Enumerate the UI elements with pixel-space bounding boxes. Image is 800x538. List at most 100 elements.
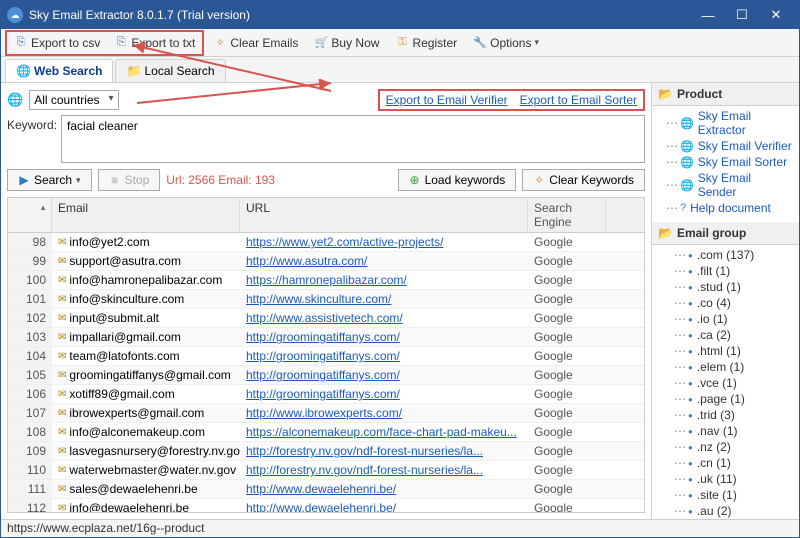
- group-item[interactable]: ⋯●.html (1): [652, 343, 799, 359]
- row-search-engine: Google: [528, 328, 606, 346]
- col-email[interactable]: Email: [52, 198, 240, 232]
- group-item[interactable]: ⋯●.vce (1): [652, 375, 799, 391]
- table-row[interactable]: 109✉lasvegasnursery@forestry.nv.govhttp:…: [8, 442, 644, 461]
- export-txt-button[interactable]: ⎘ Export to txt: [107, 32, 202, 54]
- broom-icon: ✧: [533, 174, 545, 186]
- clear-keywords-button[interactable]: ✧ Clear Keywords: [522, 169, 645, 191]
- grid-body[interactable]: 98✉info@yet2.comhttps://www.yet2.com/act…: [8, 233, 644, 512]
- table-row[interactable]: 98✉info@yet2.comhttps://www.yet2.com/act…: [8, 233, 644, 252]
- product-item[interactable]: ⋯🌐Sky Email Extractor: [652, 108, 799, 138]
- envelope-icon: ✉: [58, 275, 66, 286]
- envelope-icon: ✉: [58, 351, 66, 362]
- col-url[interactable]: URL: [240, 198, 528, 232]
- envelope-icon: ✉: [58, 408, 66, 419]
- maximize-button[interactable]: ☐: [725, 4, 759, 26]
- table-row[interactable]: 102✉input@submit.althttp://www.assistive…: [8, 309, 644, 328]
- group-label: .nz (2): [697, 440, 731, 454]
- row-email: ✉team@latofonts.com: [52, 347, 240, 365]
- row-url[interactable]: https://alconemakeup.com/face-chart-pad-…: [240, 423, 528, 441]
- envelope-icon: ✉: [58, 294, 66, 305]
- row-url[interactable]: http://www.ibrowexperts.com/: [240, 404, 528, 422]
- row-email: ✉groomingatiffanys@gmail.com: [52, 366, 240, 384]
- table-row[interactable]: 112✉info@dewaelehenri.behttp://www.dewae…: [8, 499, 644, 512]
- tab-web-search[interactable]: 🌐 Web Search: [5, 59, 113, 82]
- row-email: ✉info@dewaelehenri.be: [52, 499, 240, 512]
- product-item[interactable]: ⋯🌐Sky Email Sorter: [652, 154, 799, 170]
- table-row[interactable]: 99✉support@asutra.comhttp://www.asutra.c…: [8, 252, 644, 271]
- group-item[interactable]: ⋯●.nav (1): [652, 423, 799, 439]
- table-row[interactable]: 111✉sales@dewaelehenri.behttp://www.dewa…: [8, 480, 644, 499]
- row-url[interactable]: http://forestry.nv.gov/ndf-forest-nurser…: [240, 461, 528, 479]
- tab-local-search[interactable]: 📁 Local Search: [115, 59, 225, 82]
- table-row[interactable]: 104✉team@latofonts.comhttp://groomingati…: [8, 347, 644, 366]
- table-row[interactable]: 106✉xotiff89@gmail.comhttp://groomingati…: [8, 385, 644, 404]
- row-url[interactable]: http://groomingatiffanys.com/: [240, 366, 528, 384]
- group-item[interactable]: ⋯●.com (137): [652, 247, 799, 263]
- table-row[interactable]: 100✉info@hamronepalibazar.comhttps://ham…: [8, 271, 644, 290]
- row-url[interactable]: http://www.assistivetech.com/: [240, 309, 528, 327]
- group-item[interactable]: ⋯●.elem (1): [652, 359, 799, 375]
- row-url[interactable]: http://www.skinculture.com/: [240, 290, 528, 308]
- table-row[interactable]: 108✉info@alconemakeup.comhttps://alconem…: [8, 423, 644, 442]
- keyword-input[interactable]: [61, 115, 645, 163]
- wrench-icon: 🔧: [473, 36, 487, 50]
- row-url[interactable]: https://hamronepalibazar.com/: [240, 271, 528, 289]
- load-kw-label: Load keywords: [425, 173, 506, 187]
- col-index[interactable]: ▲: [8, 198, 52, 232]
- search-button[interactable]: ▶ Search ▾: [7, 169, 92, 191]
- table-row[interactable]: 101✉info@skinculture.comhttp://www.skinc…: [8, 290, 644, 309]
- product-item[interactable]: ⋯?Help document: [652, 200, 799, 216]
- group-item[interactable]: ⋯●.stud (1): [652, 279, 799, 295]
- group-item[interactable]: ⋯●.ca (2): [652, 327, 799, 343]
- group-item[interactable]: ⋯●.site (1): [652, 487, 799, 503]
- row-search-engine: Google: [528, 385, 606, 403]
- col-search-engine[interactable]: Search Engine: [528, 198, 606, 232]
- product-item[interactable]: ⋯🌐Sky Email Verifier: [652, 138, 799, 154]
- export-csv-button[interactable]: ⎘ Export to csv: [7, 32, 107, 54]
- group-item[interactable]: ⋯●.nz (2): [652, 439, 799, 455]
- row-url[interactable]: http://forestry.nv.gov/ndf-forest-nurser…: [240, 442, 528, 460]
- group-item[interactable]: ⋯●.co (4): [652, 295, 799, 311]
- row-search-engine: Google: [528, 423, 606, 441]
- product-item[interactable]: ⋯🌐Sky Email Sender: [652, 170, 799, 200]
- group-item[interactable]: ⋯●.filt (1): [652, 263, 799, 279]
- country-select[interactable]: All countries: [29, 90, 118, 110]
- row-url[interactable]: https://www.yet2.com/active-projects/: [240, 233, 528, 251]
- group-item[interactable]: ⋯●.io (1): [652, 311, 799, 327]
- row-url[interactable]: http://www.asutra.com/: [240, 252, 528, 270]
- buy-now-button[interactable]: 🛒 Buy Now: [307, 32, 386, 54]
- table-row[interactable]: 107✉ibrowexperts@gmail.comhttp://www.ibr…: [8, 404, 644, 423]
- tree-twisty-icon: ⋯: [674, 264, 684, 278]
- load-keywords-button[interactable]: ⊕ Load keywords: [398, 169, 517, 191]
- row-index: 103: [8, 328, 52, 346]
- group-item[interactable]: ⋯●.trid (3): [652, 407, 799, 423]
- group-item[interactable]: ⋯●.au (2): [652, 503, 799, 519]
- dot-icon: ●: [688, 459, 693, 468]
- tree-twisty-icon: ⋯: [674, 472, 684, 486]
- table-row[interactable]: 110✉waterwebmaster@water.nv.govhttp://fo…: [8, 461, 644, 480]
- options-button[interactable]: 🔧 Options ▾: [466, 32, 546, 54]
- stop-button[interactable]: ■ Stop: [98, 169, 161, 191]
- row-url[interactable]: http://groomingatiffanys.com/: [240, 347, 528, 365]
- table-row[interactable]: 105✉groomingatiffanys@gmail.comhttp://gr…: [8, 366, 644, 385]
- table-row[interactable]: 103✉impallari@gmail.comhttp://groomingat…: [8, 328, 644, 347]
- row-url[interactable]: http://groomingatiffanys.com/: [240, 385, 528, 403]
- minimize-button[interactable]: —: [691, 4, 725, 26]
- clear-emails-button[interactable]: ✧ Clear Emails: [206, 32, 305, 54]
- group-item[interactable]: ⋯●.cn (1): [652, 455, 799, 471]
- grid-header: ▲ Email URL Search Engine: [8, 198, 644, 233]
- tree-twisty-icon: ⋯: [674, 488, 684, 502]
- row-url[interactable]: http://www.dewaelehenri.be/: [240, 480, 528, 498]
- export-verifier-link[interactable]: Export to Email Verifier: [386, 93, 508, 107]
- register-button[interactable]: ⚿ Register: [388, 32, 464, 54]
- row-url[interactable]: http://groomingatiffanys.com/: [240, 328, 528, 346]
- export-sorter-link[interactable]: Export to Email Sorter: [520, 93, 637, 107]
- row-index: 110: [8, 461, 52, 479]
- globe-icon: 🌐: [680, 179, 694, 192]
- row-url[interactable]: http://www.dewaelehenri.be/: [240, 499, 528, 512]
- group-item[interactable]: ⋯●.page (1): [652, 391, 799, 407]
- group-item[interactable]: ⋯●.uk (11): [652, 471, 799, 487]
- close-button[interactable]: ✕: [759, 4, 793, 26]
- row-index: 104: [8, 347, 52, 365]
- envelope-icon: ✉: [58, 389, 66, 400]
